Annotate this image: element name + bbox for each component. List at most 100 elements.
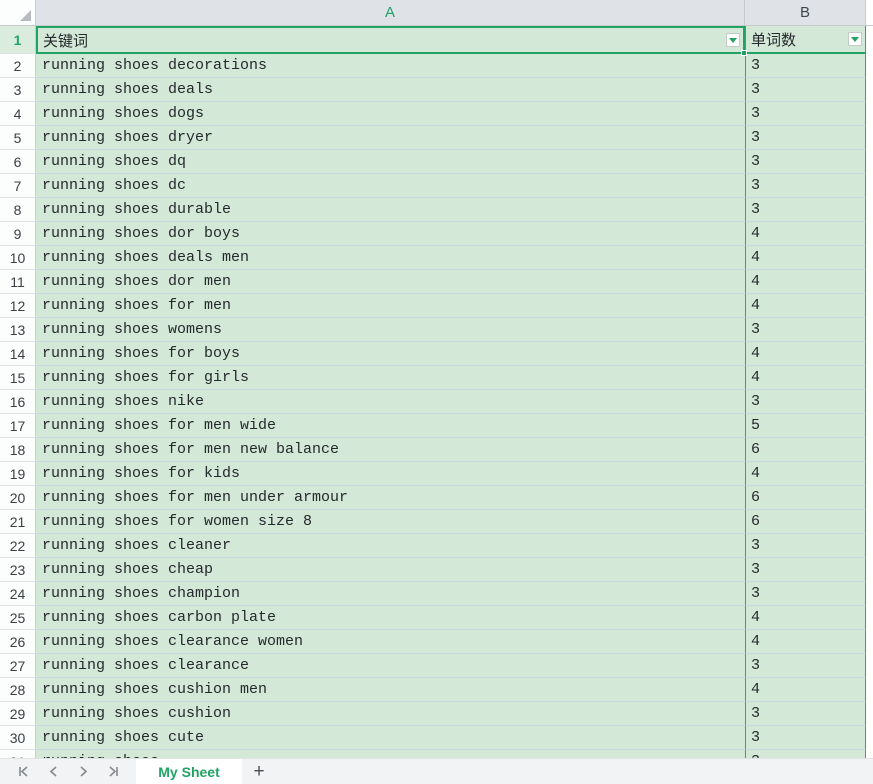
count-cell[interactable]: 4	[745, 246, 866, 270]
sheet-tab-my-sheet[interactable]: My Sheet	[136, 759, 242, 784]
last-sheet-button[interactable]	[98, 759, 128, 784]
keyword-cell[interactable]: running shoes dc	[36, 174, 745, 198]
selection-fill-handle[interactable]	[741, 50, 747, 56]
row-header[interactable]: 28	[0, 678, 36, 702]
count-cell[interactable]: 3	[745, 198, 866, 222]
keyword-cell[interactable]: running shoes cheap	[36, 558, 745, 582]
keyword-cell[interactable]: running shoes carbon plate	[36, 606, 745, 630]
count-cell[interactable]: 3	[745, 534, 866, 558]
count-cell[interactable]: 4	[745, 366, 866, 390]
cell-a1-selected[interactable]: 关键词	[36, 26, 745, 54]
column-header-b[interactable]: B	[745, 0, 866, 25]
count-cell[interactable]: 3	[745, 318, 866, 342]
row-header[interactable]: 7	[0, 174, 36, 198]
keyword-cell[interactable]: running shoes decorations	[36, 54, 745, 78]
keyword-cell[interactable]: running shoes for men under armour	[36, 486, 745, 510]
keyword-cell[interactable]: running shoes for women size 8	[36, 510, 745, 534]
row-header[interactable]: 24	[0, 582, 36, 606]
keyword-cell[interactable]: running shoes cute	[36, 726, 745, 750]
row-header[interactable]: 29	[0, 702, 36, 726]
row-header[interactable]: 20	[0, 486, 36, 510]
row-header[interactable]: 25	[0, 606, 36, 630]
prev-sheet-button[interactable]	[38, 759, 68, 784]
row-header[interactable]: 11	[0, 270, 36, 294]
keyword-cell[interactable]: running shoes dogs	[36, 102, 745, 126]
keyword-cell[interactable]: running shoes for men wide	[36, 414, 745, 438]
row-header[interactable]: 26	[0, 630, 36, 654]
row-header[interactable]: 3	[0, 78, 36, 102]
keyword-cell[interactable]: running shoes deals	[36, 78, 745, 102]
row-header[interactable]: 31	[0, 750, 36, 758]
count-cell[interactable]: 3	[745, 582, 866, 606]
row-header[interactable]: 13	[0, 318, 36, 342]
row-header[interactable]: 18	[0, 438, 36, 462]
keyword-cell[interactable]: running shoes clearance	[36, 654, 745, 678]
keyword-cell[interactable]: running shoes champion	[36, 582, 745, 606]
count-cell[interactable]: 3	[745, 54, 866, 78]
count-cell[interactable]: 3	[745, 702, 866, 726]
count-cell[interactable]: 3	[745, 150, 866, 174]
row-header[interactable]: 2	[0, 54, 36, 78]
count-cell[interactable]: 3	[745, 174, 866, 198]
keyword-cell[interactable]: running shoes durable	[36, 198, 745, 222]
row-header[interactable]: 23	[0, 558, 36, 582]
row-header[interactable]: 8	[0, 198, 36, 222]
keyword-cell[interactable]: running shoes cushion	[36, 702, 745, 726]
keyword-cell[interactable]: running shoes for men new balance	[36, 438, 745, 462]
keyword-cell[interactable]: running shoes deals men	[36, 246, 745, 270]
keyword-cell[interactable]: running shoes womens	[36, 318, 745, 342]
keyword-cell[interactable]: running shoes for boys	[36, 342, 745, 366]
count-cell[interactable]: 4	[745, 462, 866, 486]
row-header[interactable]: 6	[0, 150, 36, 174]
row-header[interactable]: 12	[0, 294, 36, 318]
row-header[interactable]: 17	[0, 414, 36, 438]
keyword-cell[interactable]: running shoes	[36, 750, 745, 758]
keyword-cell[interactable]: running shoes dor men	[36, 270, 745, 294]
count-cell[interactable]: 3	[745, 654, 866, 678]
count-cell[interactable]: 3	[745, 750, 866, 758]
count-cell[interactable]: 4	[745, 270, 866, 294]
add-sheet-button[interactable]: +	[242, 759, 276, 784]
row-header-1[interactable]: 1	[0, 26, 36, 54]
keyword-cell[interactable]: running shoes dor boys	[36, 222, 745, 246]
count-cell[interactable]: 6	[745, 438, 866, 462]
count-cell[interactable]: 6	[745, 486, 866, 510]
first-sheet-button[interactable]	[8, 759, 38, 784]
next-sheet-button[interactable]	[68, 759, 98, 784]
keyword-cell[interactable]: running shoes dryer	[36, 126, 745, 150]
count-cell[interactable]: 3	[745, 390, 866, 414]
keyword-cell[interactable]: running shoes nike	[36, 390, 745, 414]
keyword-cell[interactable]: running shoes cushion men	[36, 678, 745, 702]
keyword-cell[interactable]: running shoes dq	[36, 150, 745, 174]
row-header[interactable]: 27	[0, 654, 36, 678]
count-cell[interactable]: 6	[745, 510, 866, 534]
row-header[interactable]: 19	[0, 462, 36, 486]
row-header[interactable]: 9	[0, 222, 36, 246]
count-cell[interactable]: 3	[745, 726, 866, 750]
row-header[interactable]: 30	[0, 726, 36, 750]
filter-dropdown-button-b[interactable]	[848, 32, 862, 46]
count-cell[interactable]: 4	[745, 606, 866, 630]
column-header-a[interactable]: A	[36, 0, 745, 25]
count-cell[interactable]: 4	[745, 294, 866, 318]
filter-dropdown-button-a[interactable]	[726, 33, 740, 47]
row-header[interactable]: 22	[0, 534, 36, 558]
count-cell[interactable]: 3	[745, 78, 866, 102]
keyword-cell[interactable]: running shoes cleaner	[36, 534, 745, 558]
keyword-cell[interactable]: running shoes for girls	[36, 366, 745, 390]
count-cell[interactable]: 3	[745, 558, 866, 582]
count-cell[interactable]: 4	[745, 630, 866, 654]
row-header[interactable]: 4	[0, 102, 36, 126]
keyword-cell[interactable]: running shoes for kids	[36, 462, 745, 486]
keyword-cell[interactable]: running shoes clearance women	[36, 630, 745, 654]
row-header[interactable]: 15	[0, 366, 36, 390]
row-header[interactable]: 14	[0, 342, 36, 366]
row-header[interactable]: 21	[0, 510, 36, 534]
count-cell[interactable]: 5	[745, 414, 866, 438]
count-cell[interactable]: 4	[745, 678, 866, 702]
count-cell[interactable]: 4	[745, 222, 866, 246]
row-header[interactable]: 5	[0, 126, 36, 150]
select-all-corner[interactable]	[0, 0, 36, 25]
keyword-cell[interactable]: running shoes for men	[36, 294, 745, 318]
row-header[interactable]: 10	[0, 246, 36, 270]
